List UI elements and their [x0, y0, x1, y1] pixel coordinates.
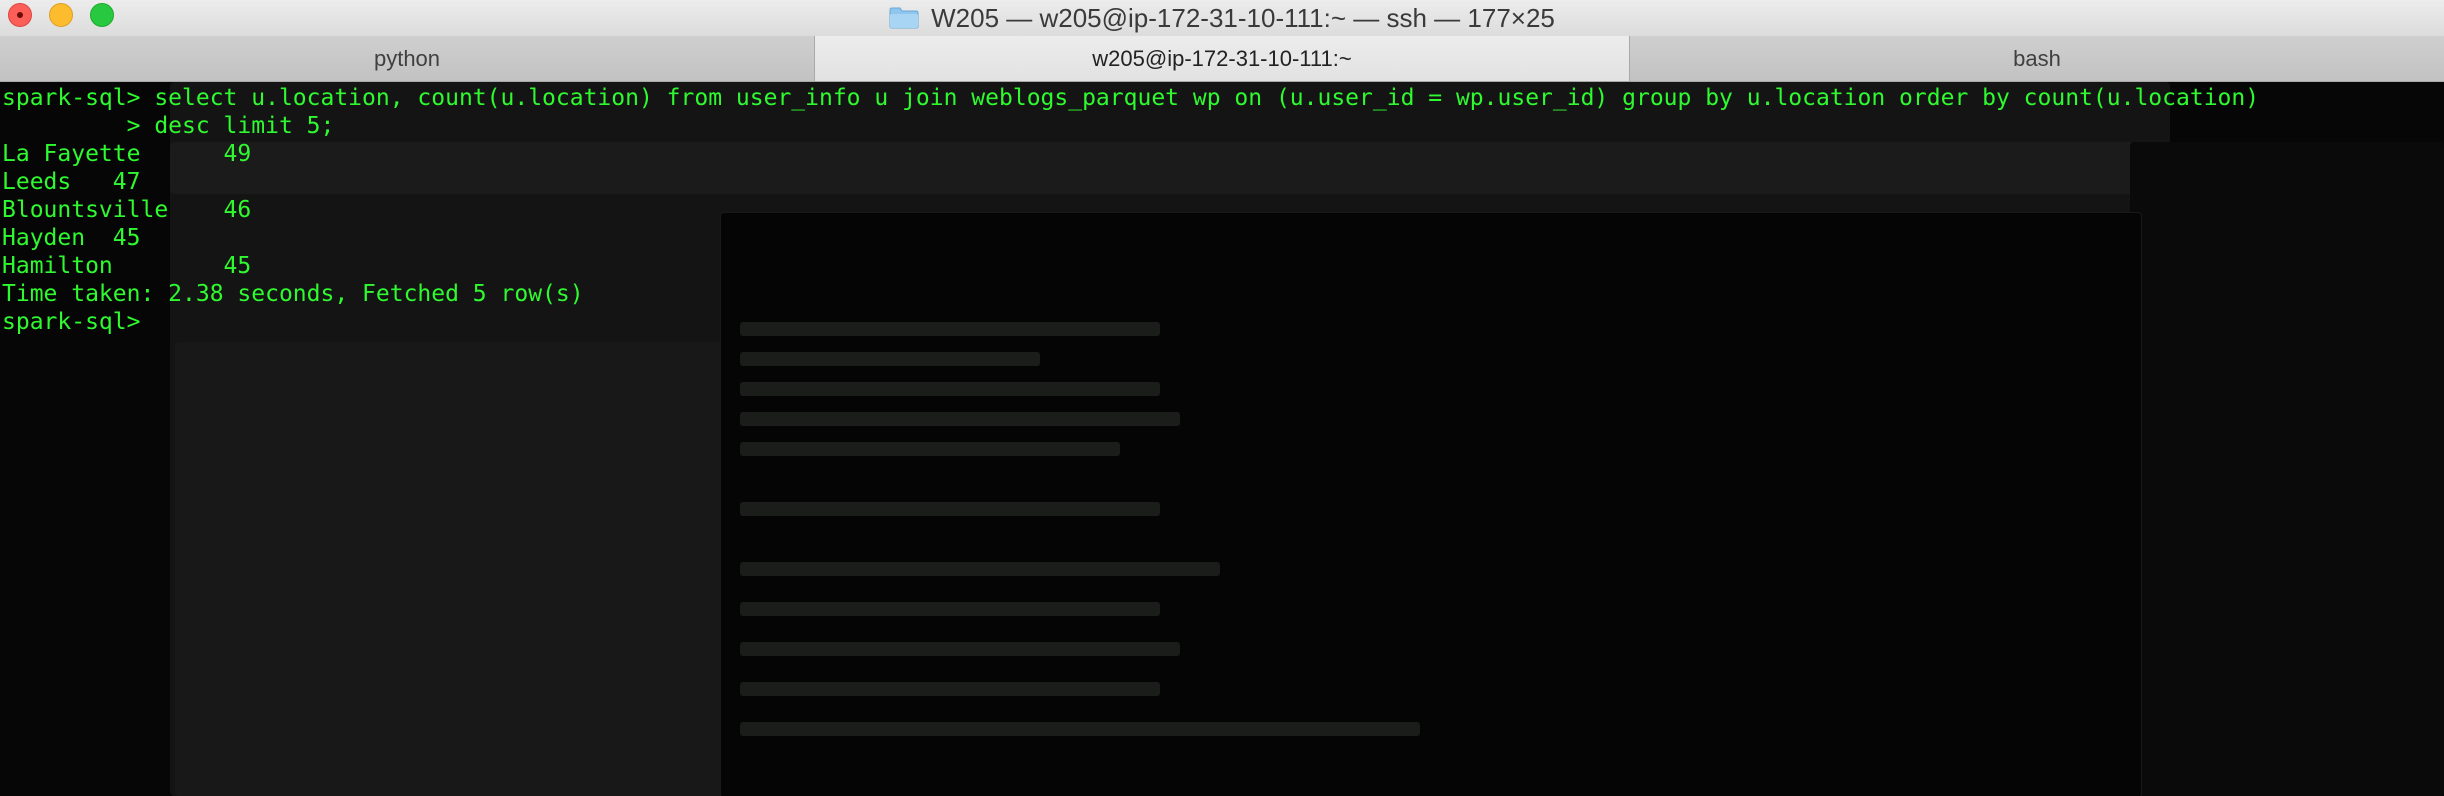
terminal-line-result: Blountsville 46	[2, 197, 252, 223]
window-title: W205 — w205@ip-172-31-10-111:~ — ssh — 1…	[931, 2, 1555, 33]
title-bar[interactable]: W205 — w205@ip-172-31-10-111:~ — ssh — 1…	[0, 0, 2444, 36]
background-blur-line	[740, 722, 1420, 736]
terminal-line-timing: Time taken: 2.38 seconds, Fetched 5 row(…	[2, 281, 584, 307]
background-blur-line	[740, 412, 1180, 426]
tab-bar: python w205@ip-172-31-10-111:~ bash	[0, 36, 2444, 82]
background-blur-line	[740, 382, 1160, 396]
background-blur-line	[740, 682, 1160, 696]
tab-bash[interactable]: bash	[1630, 36, 2444, 81]
terminal-line-query-continuation: > desc limit 5;	[2, 113, 335, 139]
close-button[interactable]	[8, 3, 32, 27]
window-title-group: W205 — w205@ip-172-31-10-111:~ — ssh — 1…	[889, 3, 1555, 34]
window-controls	[8, 3, 114, 27]
background-blur-line	[740, 642, 1180, 656]
background-blur-line	[740, 602, 1160, 616]
terminal-line-result: La Fayette 49	[2, 141, 252, 167]
terminal-line-query: spark-sql> select u.location, count(u.lo…	[2, 85, 2260, 111]
minimize-button[interactable]	[49, 3, 73, 27]
tab-ssh-session[interactable]: w205@ip-172-31-10-111:~	[815, 36, 1630, 81]
tab-python[interactable]: python	[0, 36, 815, 81]
terminal-output-area[interactable]: spark-sql> select u.location, count(u.lo…	[0, 82, 2444, 796]
terminal-line-result: Leeds 47	[2, 169, 141, 195]
maximize-button[interactable]	[90, 3, 114, 27]
background-blur-line	[740, 352, 1040, 366]
terminal-text: spark-sql> select u.location, count(u.lo…	[2, 84, 2259, 336]
folder-icon	[889, 7, 919, 29]
background-blur-line	[740, 562, 1220, 576]
background-blur-line	[740, 442, 1120, 456]
background-blur-panel	[175, 342, 725, 796]
terminal-prompt[interactable]: spark-sql>	[2, 308, 2259, 336]
terminal-line-result: Hayden 45	[2, 225, 141, 251]
terminal-window: W205 — w205@ip-172-31-10-111:~ — ssh — 1…	[0, 0, 2444, 796]
terminal-line-result: Hamilton 45	[2, 253, 252, 279]
background-blur-line	[740, 502, 1160, 516]
